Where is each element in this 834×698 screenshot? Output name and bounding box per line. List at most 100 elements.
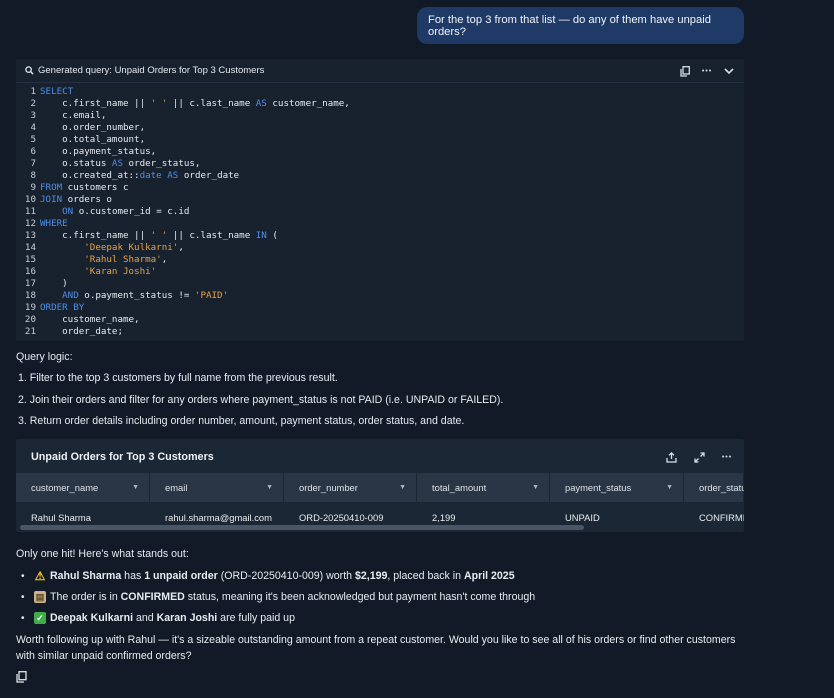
code-line: 2 c.first_name || ' ' || c.last_name AS … xyxy=(16,98,744,110)
line-number: 19 xyxy=(24,302,36,313)
column-header-label: order_status xyxy=(699,482,744,493)
column-header-order-status[interactable]: order_status xyxy=(684,473,744,502)
sql-keyword: JOIN xyxy=(40,194,63,205)
column-header-payment-status[interactable]: payment_status ▼ xyxy=(550,473,684,502)
code-line: 4 o.order_number, xyxy=(16,122,744,134)
sql-text: o.payment_status, xyxy=(40,146,157,157)
line-number: 21 xyxy=(24,326,36,337)
line-number: 11 xyxy=(24,206,36,217)
sql-string: ' ' xyxy=(150,230,168,241)
bullet-text: The order is in CONFIRMED status, meanin… xyxy=(50,591,536,603)
sort-caret-icon[interactable]: ▼ xyxy=(399,484,406,491)
code-line: 6 o.payment_status, xyxy=(16,146,744,158)
more-icon[interactable]: ••• xyxy=(718,449,736,465)
sort-caret-icon[interactable]: ▼ xyxy=(132,484,139,491)
code-line: 1 SELECT xyxy=(16,86,744,98)
copy-icon[interactable] xyxy=(676,63,694,79)
copy-icon[interactable] xyxy=(16,671,28,683)
column-header-email[interactable]: email ▼ xyxy=(150,473,284,502)
sql-text: o.total_amount, xyxy=(40,134,146,145)
code-line: 9 FROM customers c xyxy=(16,182,744,194)
query-panel-title: Generated query: Unpaid Orders for Top 3… xyxy=(38,65,265,76)
code-line: 14 'Deepak Kulkarni', xyxy=(16,242,744,254)
more-icon[interactable]: ••• xyxy=(698,63,716,79)
line-number: 4 xyxy=(30,122,36,133)
cell-customer-name: Rahul Sharma xyxy=(31,511,91,523)
query-logic-heading: Query logic: xyxy=(16,351,73,363)
line-number: 14 xyxy=(24,242,36,253)
column-header-label: email xyxy=(165,482,188,493)
line-number: 10 xyxy=(24,194,36,205)
code-line: 8 o.created_at:: date AS order_date xyxy=(16,170,744,182)
code-line: 5 o.total_amount, xyxy=(16,134,744,146)
code-line: 13 c.first_name || ' ' || c.last_name IN… xyxy=(16,230,744,242)
bullet-dot: • xyxy=(21,592,25,603)
sql-string: 'Deepak Kulkarni' xyxy=(84,242,179,253)
share-icon[interactable] xyxy=(662,449,680,465)
code-line: 15 'Rahul Sharma', xyxy=(16,254,744,266)
line-number: 17 xyxy=(24,278,36,289)
sql-text: order_status, xyxy=(123,158,201,169)
sort-caret-icon[interactable]: ▼ xyxy=(532,484,539,491)
sql-text: o.customer_id = c.id xyxy=(73,206,190,217)
code-line: 18 AND o.payment_status != 'PAID' xyxy=(16,290,744,302)
sql-string: 'PAID' xyxy=(194,290,229,301)
cell-payment-status: UNPAID xyxy=(565,511,600,523)
answer-bullet: ▤ The order is in CONFIRMED status, meani… xyxy=(34,591,535,603)
sql-keyword: FROM xyxy=(40,182,63,193)
sql-text: order_date; xyxy=(40,326,123,337)
user-message-text: For the top 3 from that list — do any of… xyxy=(428,13,711,38)
line-number: 13 xyxy=(24,230,36,241)
bullet-text: Rahul Sharma has 1 unpaid order (ORD-202… xyxy=(50,570,515,582)
sql-text: ) xyxy=(40,278,68,289)
expand-icon[interactable] xyxy=(690,449,708,465)
sql-code-block[interactable]: 1 SELECT 2 c.first_name || ' ' || c.last_n… xyxy=(16,86,744,338)
sql-keyword: SELECT xyxy=(40,86,74,97)
code-line: 10 JOIN orders o xyxy=(16,194,744,206)
clipboard-icon: ▤ xyxy=(34,591,46,603)
line-number: 1 xyxy=(30,86,36,97)
table-row[interactable]: Rahul Sharma rahul.sharma@gmail.com ORD-20… xyxy=(16,508,744,526)
sql-text: o.created_at:: xyxy=(40,170,140,181)
column-header-customer-name[interactable]: customer_name ▼ xyxy=(16,473,150,502)
cell-order-status: CONFIRMED xyxy=(699,511,744,523)
search-icon xyxy=(22,66,36,75)
line-number: 12 xyxy=(24,218,36,229)
column-header-order-number[interactable]: order_number ▼ xyxy=(284,473,417,502)
sql-keyword: ON xyxy=(62,206,74,217)
sql-text: ( xyxy=(266,230,278,241)
line-number: 3 xyxy=(30,110,36,121)
answer-bullet: ✓ Deepak Kulkarni and Karan Joshi are ful… xyxy=(34,612,295,624)
horizontal-scrollbar[interactable] xyxy=(20,525,584,530)
column-header-label: total_amount xyxy=(432,482,487,493)
column-header-label: customer_name xyxy=(31,482,99,493)
sort-caret-icon[interactable]: ▼ xyxy=(266,484,273,491)
sql-text: order_date xyxy=(178,170,240,181)
query-panel-header[interactable]: Generated query: Unpaid Orders for Top 3… xyxy=(16,59,744,83)
sql-text: o.order_number, xyxy=(40,122,146,133)
sql-text: customer_name, xyxy=(40,314,140,325)
line-number: 5 xyxy=(30,134,36,145)
sql-string: 'Rahul Sharma' xyxy=(84,254,162,265)
line-number: 2 xyxy=(30,98,36,109)
closing-text-line-1: Worth following up with Rahul — it's a s… xyxy=(16,634,736,646)
line-number: 9 xyxy=(30,182,36,193)
closing-text-line-2: with similar unpaid confirmed orders? xyxy=(16,650,192,662)
code-line: 20 customer_name, xyxy=(16,314,744,326)
sql-string: 'Karan Joshi' xyxy=(84,266,157,277)
code-line: 17 ) xyxy=(16,278,744,290)
column-header-total-amount[interactable]: total_amount ▼ xyxy=(417,473,550,502)
chevron-down-icon[interactable] xyxy=(720,63,738,79)
sql-text: o.status xyxy=(40,158,112,169)
line-number: 15 xyxy=(24,254,36,265)
user-message-bubble: For the top 3 from that list — do any of… xyxy=(417,7,744,44)
column-header-label: order_number xyxy=(299,482,358,493)
answer-bullet: ⚠ Rahul Sharma has 1 unpaid order (ORD-20… xyxy=(34,569,515,583)
logic-step-1: 1. Filter to the top 3 customers by full… xyxy=(18,372,338,384)
logic-step-2: 2. Join their orders and filter for any … xyxy=(18,394,504,406)
sql-text: c.email, xyxy=(40,110,107,121)
sort-caret-icon[interactable]: ▼ xyxy=(666,484,673,491)
